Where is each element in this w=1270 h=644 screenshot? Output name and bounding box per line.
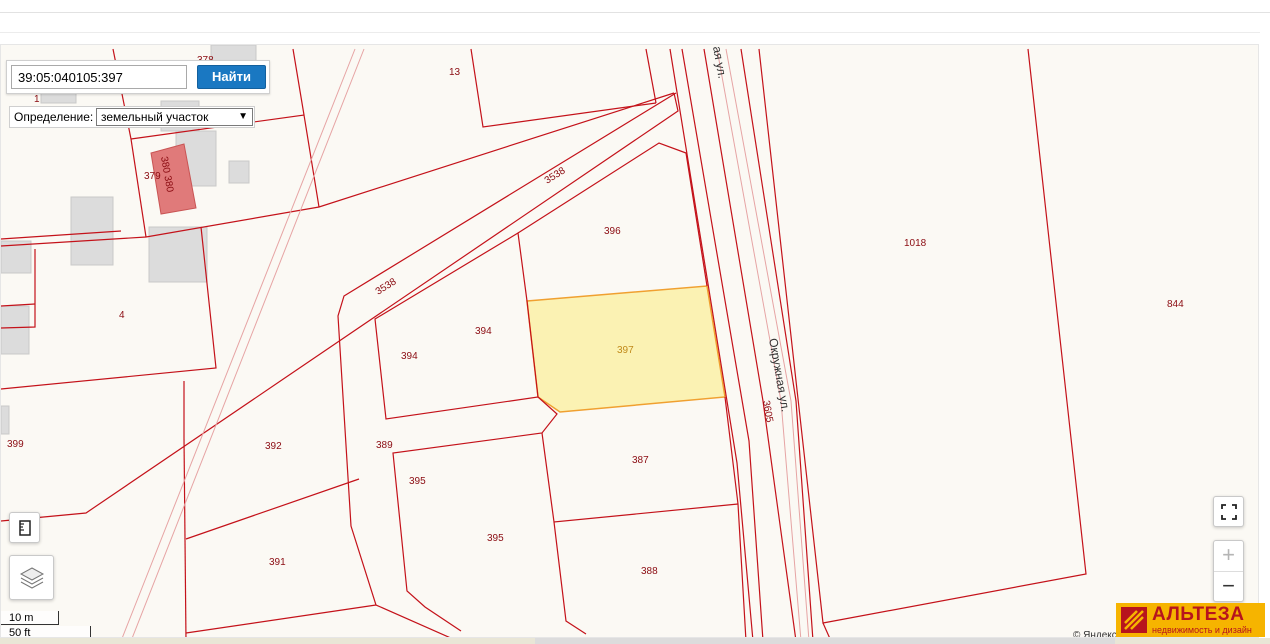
zoom-out-button[interactable]: − (1214, 571, 1243, 602)
definition-selected-value: земельный участок (101, 110, 209, 124)
label-1: 1 (34, 94, 40, 105)
boundary-line (292, 48, 305, 116)
definition-panel: Определение: земельный участок ▼ (9, 106, 255, 128)
boundary-line (541, 432, 739, 523)
label-399: 399 (7, 439, 24, 450)
label-397: 397 (617, 345, 634, 356)
corridor-line (716, 48, 802, 637)
chevron-down-icon: ▼ (238, 111, 248, 122)
boundary-line (724, 396, 747, 637)
corridor-line (132, 48, 365, 637)
label-3605: 3605 (760, 400, 775, 424)
ruler-button[interactable] (9, 512, 40, 543)
label-844: 844 (1167, 299, 1184, 310)
zoom-in-button[interactable]: + (1214, 541, 1243, 571)
cadastral-map[interactable]: 378 13 1 379 380 380 3538 3538 396 1018 … (0, 44, 1259, 638)
brand-name: АЛЬТЕЗА (1152, 604, 1245, 625)
map-canvas[interactable]: 378 13 1 379 380 380 3538 3538 396 1018 … (1, 45, 1259, 638)
boundary-line (392, 396, 558, 632)
corridor-line (122, 48, 356, 637)
boundary-line (758, 48, 1087, 624)
label-387: 387 (632, 455, 649, 466)
boundary-line (130, 138, 147, 238)
label-392: 392 (265, 441, 282, 452)
boundary-line (185, 604, 377, 634)
layers-icon (19, 566, 44, 589)
brand-logo[interactable]: АЛЬТЕЗА недвижимость и дизайн (1116, 603, 1265, 637)
label-379: 379 (144, 171, 161, 182)
definition-select[interactable]: земельный участок ▼ (96, 108, 253, 126)
find-button[interactable]: Найти (197, 65, 266, 89)
label-394-left: 394 (401, 351, 418, 362)
boundary-line (517, 142, 708, 287)
boundary-line (470, 48, 657, 128)
ruler-icon (18, 519, 31, 536)
bottom-strip-segment (535, 638, 1115, 644)
page-header (0, 0, 1270, 34)
building (1, 305, 30, 355)
label-388: 388 (641, 566, 658, 577)
label-391: 391 (269, 557, 286, 568)
label-396: 396 (604, 226, 621, 237)
cadastral-search-panel: Найти (6, 60, 270, 94)
fullscreen-button[interactable] (1213, 496, 1244, 527)
definition-label: Определение: (14, 110, 94, 124)
label-13: 13 (449, 67, 461, 78)
header-divider (0, 12, 1270, 13)
building (70, 196, 114, 266)
scale-bar: 10 m 50 ft (1, 611, 93, 637)
label-394-right: 394 (475, 326, 492, 337)
scale-imperial: 50 ft (1, 626, 91, 637)
header-divider-lower (0, 32, 1260, 33)
boundary-line (822, 622, 830, 637)
label-395-lower: 395 (487, 533, 504, 544)
building (228, 160, 250, 184)
layers-button[interactable] (9, 555, 54, 600)
boundary-line (645, 48, 657, 104)
building (1, 405, 10, 435)
zoom-control: + − (1213, 540, 1244, 602)
label-3538-bottom: 3538 (374, 276, 399, 297)
bottom-strip (0, 638, 1270, 644)
label-389: 389 (376, 440, 393, 451)
scale-metric: 10 m (1, 611, 59, 625)
map-copyright[interactable]: © Яндекс (1073, 630, 1117, 637)
fullscreen-icon (1220, 503, 1237, 520)
label-4: 4 (119, 310, 125, 321)
brand-tagline: недвижимость и дизайн (1152, 625, 1252, 635)
label-3538-top: 3538 (543, 165, 568, 186)
boundary-line (183, 437, 187, 637)
street-labels: ая ул. Окружная ул. (710, 45, 793, 413)
brand-mark-icon (1121, 607, 1147, 633)
label-1018: 1018 (904, 238, 927, 249)
label-395-upper: 395 (409, 476, 426, 487)
boundary-line (553, 521, 587, 635)
cadastral-number-input[interactable] (11, 65, 187, 89)
boundary-line (185, 478, 360, 540)
